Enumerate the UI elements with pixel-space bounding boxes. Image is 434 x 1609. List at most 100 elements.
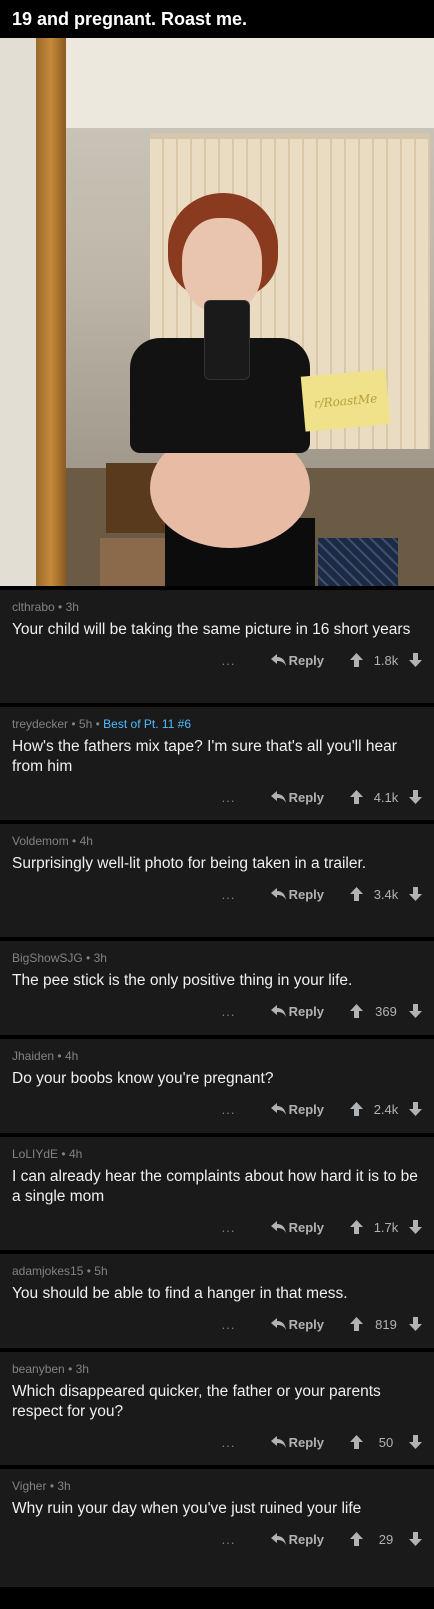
upvote-icon[interactable]	[350, 1435, 363, 1449]
comment-username[interactable]: LoLIYdE	[12, 1147, 58, 1161]
comment-score: 2.4k	[373, 1101, 399, 1117]
comment-meta: Vigher • 3h	[12, 1477, 422, 1495]
comment-meta: Voldemom • 4h	[12, 832, 422, 850]
more-options-button[interactable]: ...	[219, 790, 239, 805]
more-options-button[interactable]: ...	[219, 1004, 239, 1019]
comment: Vigher • 3h Why ruin your day when you'v…	[0, 1465, 434, 1587]
comment-score: 369	[375, 1003, 397, 1019]
comment-actions: ... Reply 1.7k	[12, 1213, 422, 1241]
comment: BigShowSJG • 3h The pee stick is the onl…	[0, 937, 434, 1035]
more-options-button[interactable]: ...	[219, 1532, 239, 1547]
reply-button[interactable]: Reply	[270, 1316, 324, 1332]
downvote-icon[interactable]	[409, 790, 422, 804]
reply-button[interactable]: Reply	[270, 653, 324, 668]
more-options-button[interactable]: ...	[219, 1220, 239, 1235]
comment-score: 29	[378, 1531, 394, 1547]
comment-actions: ... Reply 50	[12, 1428, 422, 1456]
more-options-button[interactable]: ...	[219, 653, 239, 668]
comment: adamjokes15 • 5h You should be able to f…	[0, 1250, 434, 1348]
reply-button[interactable]: Reply	[270, 790, 324, 805]
comment-text: You should be able to find a hanger in t…	[12, 1285, 348, 1302]
comment-score: 819	[375, 1316, 397, 1332]
comment-actions: ... Reply 369	[12, 997, 422, 1025]
downvote-icon[interactable]	[409, 1004, 422, 1018]
upvote-icon[interactable]	[350, 1532, 363, 1546]
more-options-button[interactable]: ...	[219, 1435, 239, 1450]
comment-score: 3.4k	[373, 886, 399, 902]
comment-text: How's the fathers mix tape? I'm sure tha…	[12, 738, 397, 775]
reply-button[interactable]: Reply	[270, 1004, 324, 1019]
vote-controls: 29	[350, 1532, 422, 1547]
comment-list: clthrabo • 3h Your child will be taking …	[0, 586, 434, 1587]
comment: Voldemom • 4h Surprisingly well-lit phot…	[0, 820, 434, 937]
reply-button[interactable]: Reply	[270, 1219, 324, 1235]
comment-username[interactable]: clthrabo	[12, 600, 55, 614]
reply-button[interactable]: Reply	[270, 1532, 324, 1547]
comment-username[interactable]: treydecker	[12, 717, 68, 731]
reply-label: Reply	[288, 1316, 324, 1332]
comment-actions: ... Reply 3.4k	[12, 880, 422, 908]
downvote-icon[interactable]	[409, 1532, 422, 1546]
meta-separator: •	[86, 951, 94, 965]
upvote-icon[interactable]	[350, 887, 363, 901]
reply-label: Reply	[288, 1219, 324, 1235]
comment-age: 3h	[57, 1479, 71, 1493]
comment-actions: ... Reply 29	[12, 1525, 422, 1553]
comment: LoLIYdE • 4h I can already hear the comp…	[0, 1133, 434, 1250]
image-pillow	[318, 538, 398, 586]
upvote-icon[interactable]	[350, 1220, 363, 1234]
comment-text: Which disappeared quicker, the father or…	[12, 1383, 381, 1420]
comment-actions: ... Reply 1.8k	[12, 646, 422, 674]
upvote-icon[interactable]	[350, 653, 363, 667]
comment-username[interactable]: Jhaiden	[12, 1049, 54, 1063]
comment-meta: beanyben • 3h	[12, 1360, 422, 1378]
comment-username[interactable]: beanyben	[12, 1362, 65, 1376]
meta-separator: •	[71, 717, 79, 731]
downvote-icon[interactable]	[409, 653, 422, 667]
comment-username[interactable]: Vigher	[12, 1479, 46, 1493]
comment-username[interactable]: adamjokes15	[12, 1264, 83, 1278]
reply-label: Reply	[288, 1434, 324, 1450]
comment-text: I can already hear the complaints about …	[12, 1168, 418, 1205]
upvote-icon[interactable]	[350, 790, 363, 804]
comment-username[interactable]: Voldemom	[12, 834, 69, 848]
comment-meta: clthrabo • 3h	[12, 598, 422, 616]
reply-icon	[270, 887, 286, 900]
comment-text: The pee stick is the only positive thing…	[12, 972, 353, 989]
more-options-button[interactable]: ...	[219, 1317, 239, 1332]
post-image[interactable]: r/RoastMe	[0, 38, 434, 586]
reply-button[interactable]: Reply	[270, 1102, 324, 1117]
upvote-icon[interactable]	[350, 1004, 363, 1018]
meta-separator: •	[68, 1362, 76, 1376]
comment-age: 3h	[65, 600, 79, 614]
meta-separator: •	[72, 834, 80, 848]
downvote-icon[interactable]	[409, 1435, 422, 1449]
comment: treydecker • 5h • Best of Pt. 11 #6 How'…	[0, 703, 434, 820]
comment-username[interactable]: BigShowSJG	[12, 951, 83, 965]
reply-icon	[270, 790, 286, 803]
more-options-button[interactable]: ...	[219, 1102, 239, 1117]
upvote-icon[interactable]	[350, 1102, 363, 1116]
vote-controls: 4.1k	[350, 790, 422, 805]
image-phone	[204, 300, 250, 380]
comment-meta: Jhaiden • 4h	[12, 1047, 422, 1065]
reply-icon	[270, 1102, 286, 1115]
downvote-icon[interactable]	[409, 1317, 422, 1331]
image-verification-sign: r/RoastMe	[300, 369, 391, 432]
downvote-icon[interactable]	[409, 1220, 422, 1234]
more-options-button[interactable]: ...	[219, 887, 239, 902]
post-title: 19 and pregnant. Roast me.	[0, 0, 434, 38]
downvote-icon[interactable]	[409, 887, 422, 901]
comment-score: 4.1k	[373, 789, 399, 805]
reply-button[interactable]: Reply	[270, 887, 324, 902]
image-mirror-frame	[36, 38, 66, 586]
downvote-icon[interactable]	[409, 1102, 422, 1116]
comment-meta: BigShowSJG • 3h	[12, 949, 422, 967]
meta-separator: •	[58, 600, 66, 614]
comment-score: 1.7k	[373, 1219, 399, 1235]
reply-button[interactable]: Reply	[270, 1434, 324, 1450]
upvote-icon[interactable]	[350, 1317, 363, 1331]
image-basket	[100, 538, 170, 586]
vote-controls: 3.4k	[350, 887, 422, 902]
comment-actions: ... Reply 4.1k	[12, 783, 422, 811]
